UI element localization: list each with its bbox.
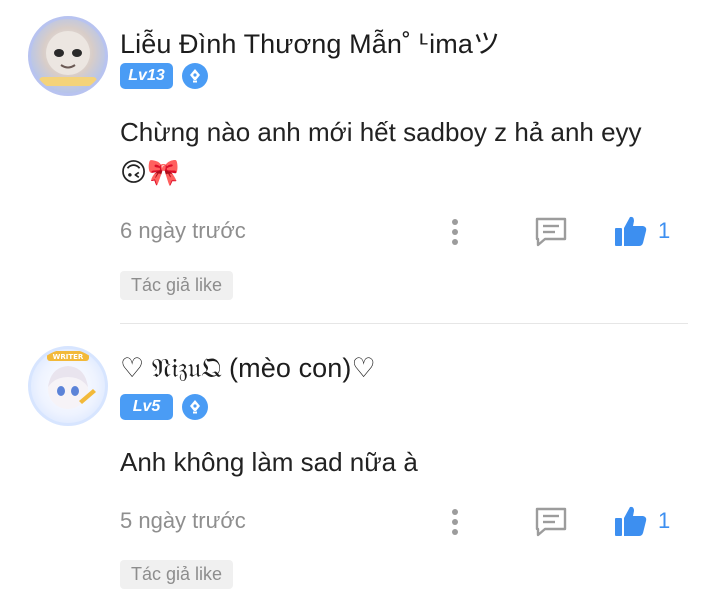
author-liked-tag: Tác giả like	[120, 560, 234, 589]
author-name[interactable]: Liễu Đình Thương Mẫn˚ ᒻimaツ	[120, 22, 500, 61]
comment-text: Anh không làm sad nữa à	[120, 442, 690, 482]
badges: Lv13	[120, 63, 208, 89]
level-badge: Lv13	[120, 63, 173, 89]
author-name[interactable]: ♡ 𝔑𝔦𝔷𝔲𝔔 (mèo con)♡	[120, 353, 376, 385]
more-vertical-icon[interactable]	[442, 212, 468, 252]
level-badge: Lv5	[120, 394, 173, 420]
timestamp: 5 ngày trước	[120, 508, 246, 533]
avatar-label: WRITER	[53, 353, 84, 361]
more-vertical-icon[interactable]	[442, 502, 468, 542]
divider	[120, 323, 688, 324]
comment-text: Chừng nào anh mới hết sadboy z hả anh ey…	[120, 112, 690, 192]
avatar[interactable]: WRITER	[28, 346, 108, 426]
avatar-image: WRITER	[47, 351, 96, 409]
pen-badge-icon	[182, 63, 208, 89]
comment-item: WRITER ♡ 𝔑𝔦𝔷𝔲𝔔 (mèo con)♡ Lv5 Anh không …	[0, 326, 719, 593]
like-count: 1	[658, 508, 671, 533]
comment-body: Chừng nào anh mới hết sadboy z hả anh ey…	[120, 117, 642, 147]
reply-icon[interactable]	[533, 214, 569, 250]
pen-badge-icon	[182, 394, 208, 420]
comment-meta: 6 ngày trước 1	[120, 212, 680, 252]
comment-body: Anh không làm sad nữa à	[120, 447, 418, 477]
thumbs-up-icon[interactable]	[614, 214, 648, 248]
like-count: 1	[658, 218, 671, 243]
thumbs-up-icon[interactable]	[614, 504, 648, 538]
author-liked-tag: Tác giả like	[120, 271, 234, 300]
avatar[interactable]	[28, 16, 108, 96]
timestamp: 6 ngày trước	[120, 218, 246, 243]
badges: Lv5	[120, 394, 208, 420]
reply-icon[interactable]	[533, 504, 569, 540]
avatar-image	[39, 31, 97, 86]
comment-emoji: 🙃🎀	[120, 157, 180, 187]
comment-meta: 5 ngày trước 1	[120, 502, 680, 542]
comment-item: Liễu Đình Thương Mẫn˚ ᒻimaツ Lv13 Chừng n…	[0, 0, 719, 324]
